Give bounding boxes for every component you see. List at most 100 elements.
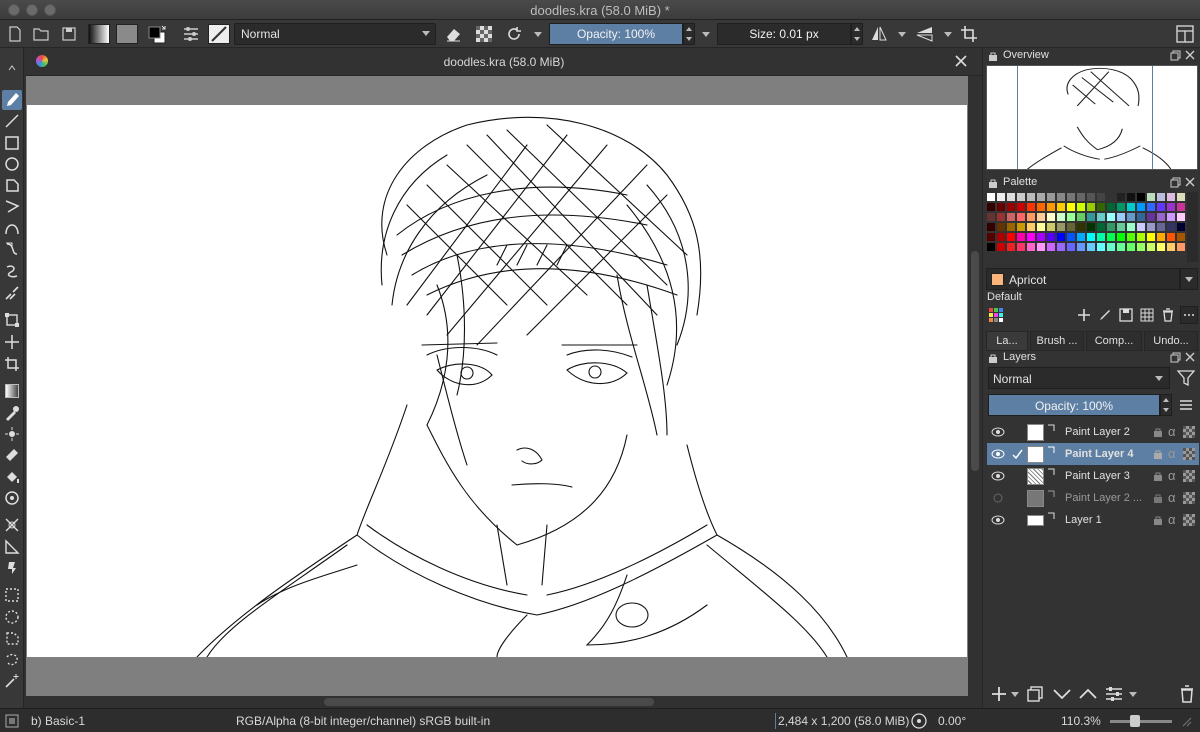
multibrush-tool-icon[interactable] bbox=[2, 283, 22, 303]
palette-swatch[interactable] bbox=[1156, 242, 1166, 252]
close-docker-icon[interactable] bbox=[1184, 49, 1196, 61]
palette-swatch[interactable] bbox=[1136, 212, 1146, 222]
palette-swatch[interactable] bbox=[1066, 212, 1076, 222]
palette-swatch[interactable] bbox=[986, 242, 996, 252]
palette-swatch[interactable] bbox=[1026, 232, 1036, 242]
palette-swatch[interactable] bbox=[1176, 232, 1186, 242]
palette-swatch[interactable] bbox=[1056, 242, 1066, 252]
brush-preset-status-icon[interactable] bbox=[5, 714, 19, 728]
lock-icon[interactable] bbox=[1153, 515, 1163, 525]
alpha-lock-icon[interactable]: α bbox=[1168, 446, 1176, 461]
reference-tool-icon[interactable] bbox=[2, 558, 22, 578]
close-docker-icon[interactable] bbox=[1184, 176, 1196, 188]
palette-swatch[interactable] bbox=[1166, 222, 1176, 232]
palette-swatch[interactable] bbox=[986, 192, 996, 202]
palette-swatch[interactable] bbox=[1046, 202, 1056, 212]
palette-swatch[interactable] bbox=[1096, 222, 1106, 232]
palette-swatch[interactable] bbox=[1116, 212, 1126, 222]
palette-swatch[interactable] bbox=[996, 212, 1006, 222]
palette-swatch[interactable] bbox=[1156, 232, 1166, 242]
palette-swatch[interactable] bbox=[1106, 212, 1116, 222]
inherit-alpha-icon[interactable] bbox=[1183, 448, 1195, 460]
save-palette-icon[interactable] bbox=[1117, 306, 1135, 324]
palette-swatch[interactable] bbox=[1136, 222, 1146, 232]
brush-preset-icon[interactable] bbox=[208, 23, 230, 45]
canvas-vertical-scrollbar[interactable] bbox=[968, 76, 982, 696]
wrap-around-icon[interactable] bbox=[958, 23, 980, 45]
open-folder-icon[interactable] bbox=[30, 23, 52, 45]
palette-swatch[interactable] bbox=[1146, 222, 1156, 232]
palette-swatch[interactable] bbox=[1096, 192, 1106, 202]
gradient-preset-icon[interactable] bbox=[88, 23, 110, 45]
palette-swatch[interactable] bbox=[1126, 242, 1136, 252]
palette-swatch[interactable] bbox=[1016, 222, 1026, 232]
move-tool-icon[interactable] bbox=[2, 332, 22, 352]
palette-swatch[interactable] bbox=[1046, 232, 1056, 242]
palette-swatch[interactable] bbox=[1056, 202, 1066, 212]
palette-swatch[interactable] bbox=[1116, 232, 1126, 242]
polygon-tool-icon[interactable] bbox=[2, 175, 22, 195]
palette-swatch[interactable] bbox=[986, 222, 996, 232]
lock-icon[interactable] bbox=[1153, 493, 1163, 503]
palette-swatch[interactable] bbox=[1166, 242, 1176, 252]
size-spinner[interactable] bbox=[851, 23, 863, 45]
palette-swatch[interactable] bbox=[986, 212, 996, 222]
palette-swatch[interactable] bbox=[1036, 242, 1046, 252]
palette-swatch[interactable] bbox=[1016, 212, 1026, 222]
eye-icon[interactable] bbox=[991, 448, 1005, 460]
palette-swatch[interactable] bbox=[1096, 232, 1106, 242]
palette-swatch[interactable] bbox=[1146, 242, 1156, 252]
palette-swatch[interactable] bbox=[1046, 222, 1056, 232]
palette-swatch[interactable] bbox=[986, 202, 996, 212]
overview-viewport-frame[interactable] bbox=[1017, 66, 1153, 169]
reload-preset-icon[interactable] bbox=[503, 23, 525, 45]
rect-select-tool-icon[interactable] bbox=[2, 585, 22, 605]
palette-swatch[interactable] bbox=[1176, 202, 1186, 212]
lock-icon[interactable] bbox=[988, 51, 998, 61]
document-tab-title[interactable]: doodles.kra (58.0 MiB) bbox=[26, 55, 982, 69]
workspace-chooser-icon[interactable] bbox=[1174, 23, 1196, 45]
palette-swatch[interactable] bbox=[1006, 232, 1016, 242]
inherit-alpha-icon[interactable] bbox=[1183, 492, 1195, 504]
layer-opacity-spinner[interactable] bbox=[1160, 394, 1172, 416]
palette-swatch[interactable] bbox=[1056, 212, 1066, 222]
palette-swatch[interactable] bbox=[1136, 192, 1146, 202]
inherit-alpha-icon[interactable] bbox=[1183, 514, 1195, 526]
palette-swatch[interactable] bbox=[1146, 192, 1156, 202]
palette-swatch[interactable] bbox=[1046, 192, 1056, 202]
palette-swatch[interactable] bbox=[1126, 222, 1136, 232]
palette-swatch[interactable] bbox=[996, 242, 1006, 252]
palette-swatch[interactable] bbox=[1076, 202, 1086, 212]
palette-swatch[interactable] bbox=[1066, 242, 1076, 252]
palette-swatch[interactable] bbox=[1166, 202, 1176, 212]
chevron-down-icon[interactable] bbox=[702, 32, 710, 37]
chevron-down-icon[interactable] bbox=[1011, 692, 1019, 697]
palette-swatch[interactable] bbox=[1086, 232, 1096, 242]
overview-thumbnail[interactable] bbox=[986, 65, 1198, 170]
eraser-icon[interactable] bbox=[442, 23, 464, 45]
fill-similar-tool-icon[interactable] bbox=[2, 488, 22, 508]
move-layer-up-icon[interactable] bbox=[1079, 687, 1097, 701]
alpha-lock-icon[interactable]: α bbox=[1168, 424, 1176, 439]
layer-row[interactable]: Paint Layer 2 ... α bbox=[987, 487, 1199, 509]
add-layer-icon[interactable] bbox=[991, 686, 1007, 702]
palette-more-icon[interactable] bbox=[1180, 306, 1198, 324]
palette-swatch[interactable] bbox=[1106, 242, 1116, 252]
delete-layer-icon[interactable] bbox=[1179, 685, 1195, 703]
palette-swatch[interactable] bbox=[1176, 222, 1186, 232]
palette-swatch[interactable] bbox=[1026, 242, 1036, 252]
rotation-dial-icon[interactable] bbox=[910, 712, 928, 730]
move-layer-down-icon[interactable] bbox=[1053, 687, 1071, 701]
toolbox-collapse-icon[interactable] bbox=[2, 62, 22, 74]
palette-swatch[interactable] bbox=[1086, 222, 1096, 232]
polyline-tool-icon[interactable] bbox=[2, 196, 22, 216]
palette-swatch[interactable] bbox=[986, 232, 996, 242]
canvas-area[interactable] bbox=[26, 76, 968, 696]
palette-swatch[interactable] bbox=[996, 222, 1006, 232]
palette-swatch[interactable] bbox=[1026, 212, 1036, 222]
measure-tool-icon[interactable] bbox=[2, 537, 22, 557]
palette-swatch[interactable] bbox=[1026, 202, 1036, 212]
canvas-drawing[interactable] bbox=[27, 105, 967, 657]
float-docker-icon[interactable] bbox=[1170, 50, 1181, 61]
palette-swatch[interactable] bbox=[1156, 192, 1166, 202]
